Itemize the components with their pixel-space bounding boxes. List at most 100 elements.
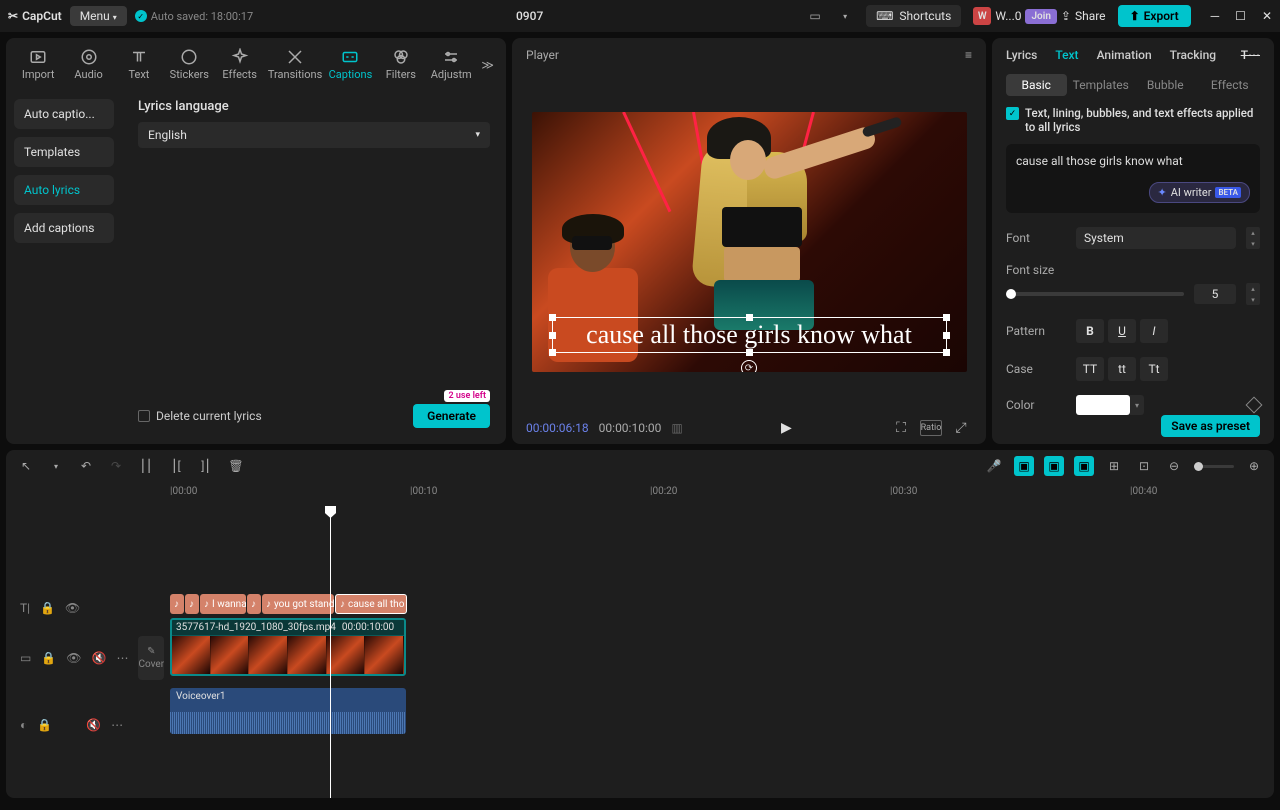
subtab-templates[interactable]: Templates (1071, 74, 1132, 96)
bold-button[interactable]: B (1076, 319, 1104, 343)
lyric-text-box[interactable]: cause all those girls know what ✦ AI wri… (1006, 144, 1260, 213)
font-select[interactable]: System (1076, 227, 1236, 249)
delete-icon[interactable]: 🗑 (226, 456, 246, 476)
magnet-on-icon[interactable]: ▣ (1014, 456, 1034, 476)
sidebar-auto-lyrics[interactable]: Auto lyrics (14, 175, 114, 205)
undo-icon[interactable]: ↶ (76, 456, 96, 476)
eye-icon[interactable]: 👁 (65, 601, 80, 615)
eye-icon[interactable]: 👁 (66, 651, 81, 665)
caption-overlay[interactable]: cause all those girls know what ⟳ (552, 317, 947, 353)
tabs-more-icon[interactable]: ≫ (477, 58, 498, 72)
sidebar-auto-captions[interactable]: Auto captio... (14, 99, 114, 129)
caption-clip-selected[interactable]: ♪cause all tho (335, 594, 407, 614)
mute-icon[interactable]: 🔇 (86, 718, 101, 732)
mute-icon[interactable]: 🔇 (92, 651, 107, 665)
rtab-animation[interactable]: Animation (1097, 48, 1152, 62)
link-icon[interactable]: ▣ (1074, 456, 1094, 476)
subtab-bubble[interactable]: Bubble (1135, 74, 1196, 96)
player-menu-icon[interactable]: ≡ (965, 48, 972, 62)
tab-effects[interactable]: Effects (216, 44, 264, 85)
zoom-slider[interactable] (1194, 465, 1234, 468)
sidebar-add-captions[interactable]: Add captions (14, 213, 114, 243)
keyframe-icon[interactable] (1246, 397, 1263, 414)
tab-adjust[interactable]: Adjustm (427, 44, 475, 85)
preview-icon[interactable]: ⊞ (1104, 456, 1124, 476)
fullscreen-icon[interactable]: ⤢ (950, 420, 972, 436)
dropdown-icon[interactable]: ▾ (836, 7, 854, 25)
share-button[interactable]: ⇪Share (1061, 9, 1106, 23)
fontsize-slider[interactable] (1006, 292, 1184, 296)
ai-writer-button[interactable]: ✦ AI writer BETA (1149, 182, 1251, 203)
tab-captions[interactable]: Captions (326, 44, 374, 85)
rotate-handle-icon[interactable]: ⟳ (741, 360, 757, 372)
shortcuts-button[interactable]: ⌨ Shortcuts (866, 5, 961, 27)
tab-transitions[interactable]: Transitions (266, 44, 324, 85)
cursor-icon[interactable]: ↖ (16, 456, 36, 476)
cover-button[interactable]: ✎Cover (138, 636, 164, 680)
scale-icon[interactable]: ⛶ (890, 420, 912, 436)
color-dropdown[interactable]: ▾ (1130, 395, 1144, 415)
project-title[interactable]: 0907 (261, 9, 798, 23)
tab-import[interactable]: Import (14, 44, 62, 85)
more-icon[interactable]: ⋯ (111, 718, 123, 732)
fontsize-stepper[interactable]: ▴▾ (1246, 283, 1260, 305)
tab-filters[interactable]: Filters (377, 44, 425, 85)
color-swatch[interactable] (1076, 395, 1130, 415)
subtab-effects[interactable]: Effects (1200, 74, 1261, 96)
mic-icon[interactable]: 🎤 (984, 456, 1004, 476)
rtab-lyrics[interactable]: Lyrics (1006, 48, 1037, 62)
user-badge[interactable]: W W...0 Join ⇪Share (973, 7, 1105, 25)
close-icon[interactable]: ✕ (1262, 9, 1272, 23)
video-preview[interactable]: cause all those girls know what ⟳ (532, 112, 967, 372)
snap-icon[interactable]: ▣ (1044, 456, 1064, 476)
split-left-icon[interactable]: ⎮[ (166, 456, 186, 476)
redo-icon[interactable]: ↷ (106, 456, 126, 476)
playhead[interactable] (330, 506, 331, 798)
underline-button[interactable]: U (1108, 319, 1136, 343)
save-preset-button[interactable]: Save as preset (1161, 415, 1260, 437)
tab-stickers[interactable]: Stickers (165, 44, 213, 85)
fontsize-input[interactable]: 5 (1194, 284, 1236, 304)
rtab-text[interactable]: Text (1055, 48, 1078, 62)
tab-text[interactable]: Text (115, 44, 163, 85)
caption-clip[interactable]: ♪ (247, 594, 261, 614)
split-icon[interactable]: ⎮⎮ (136, 456, 156, 476)
caption-clip[interactable]: ♪you got standa (262, 594, 334, 614)
maximize-icon[interactable]: ☐ (1235, 9, 1246, 23)
join-chip[interactable]: Join (1025, 9, 1056, 24)
minimize-icon[interactable]: ─ (1211, 9, 1220, 23)
aspect-icon[interactable]: ▭ (806, 7, 824, 25)
lock-icon[interactable]: 🔒 (40, 601, 55, 615)
ratio-button[interactable]: Ratio (920, 420, 942, 436)
apply-all-info[interactable]: ✓ Text, lining, bubbles, and text effect… (1006, 106, 1260, 134)
split-right-icon[interactable]: ]⎮ (196, 456, 216, 476)
lowercase-button[interactable]: tt (1108, 357, 1136, 381)
delete-lyrics-checkbox[interactable]: Delete current lyrics (138, 409, 262, 423)
caption-clip[interactable]: ♪ (185, 594, 199, 614)
zoom-in-icon[interactable]: ⊕ (1244, 456, 1264, 476)
audio-clip[interactable]: Voiceover1 (170, 688, 406, 734)
font-stepper[interactable]: ▴▾ (1246, 227, 1260, 249)
menu-button[interactable]: Menu ▾ (70, 6, 127, 26)
timeline-tracks[interactable]: ♪ ♪ ♪I wanna ♪ ♪you got standa ♪cause al… (166, 506, 1274, 798)
subtab-basic[interactable]: Basic (1006, 74, 1067, 96)
italic-button[interactable]: I (1140, 319, 1168, 343)
tab-audio[interactable]: Audio (64, 44, 112, 85)
cursor-drop-icon[interactable]: ▾ (46, 456, 66, 476)
rtab-tracking[interactable]: Tracking (1170, 48, 1216, 62)
video-clip[interactable]: 3577617-hd_1920_1080_30fps.mp400:00:10:0… (170, 618, 406, 676)
language-select[interactable]: English▾ (138, 122, 490, 148)
lock-icon[interactable]: 🔒 (41, 651, 56, 665)
play-button[interactable]: ▶ (781, 420, 792, 436)
caption-clip[interactable]: ♪ (170, 594, 184, 614)
titlecase-button[interactable]: Tt (1140, 357, 1168, 381)
caption-clip[interactable]: ♪I wanna (200, 594, 246, 614)
uppercase-button[interactable]: TT (1076, 357, 1104, 381)
zoom-out-icon[interactable]: ⊖ (1164, 456, 1184, 476)
more-icon[interactable]: ⋯ (116, 651, 128, 665)
lock-icon[interactable]: 🔒 (37, 718, 52, 732)
sidebar-templates[interactable]: Templates (14, 137, 114, 167)
export-button[interactable]: ⬆Export (1118, 5, 1191, 27)
timeline-ruler[interactable]: |00:00 |00:10 |00:20 |00:30 |00:40 (166, 482, 1274, 506)
columns-icon[interactable]: ▥ (671, 421, 682, 435)
